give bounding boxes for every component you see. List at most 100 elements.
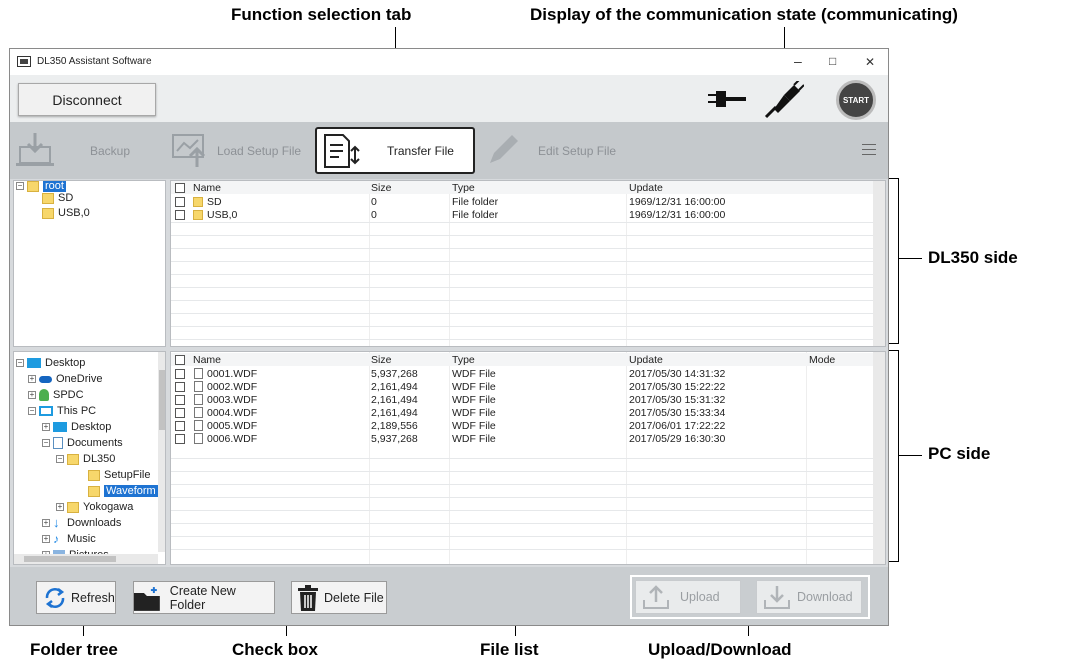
header-name[interactable]: Name <box>193 182 221 194</box>
cell-name: 0006.WDF <box>207 432 258 445</box>
tab-load-setup-file[interactable]: Load Setup File <box>165 127 310 174</box>
row-checkbox[interactable] <box>175 381 185 392</box>
cell-type: File folder <box>452 195 499 208</box>
select-all-checkbox[interactable] <box>175 354 185 365</box>
row-checkbox[interactable] <box>175 407 185 418</box>
header-type[interactable]: Type <box>452 354 475 366</box>
pc-file-list: Name Size Type Update Mode 0001.WDF 5,937… <box>170 351 886 565</box>
tree-node-dl350[interactable]: − DL350 <box>56 451 115 467</box>
collapse-icon[interactable]: − <box>42 439 50 447</box>
tree-node-this-pc[interactable]: − This PC <box>28 403 96 419</box>
dl350-list-scrollbar[interactable] <box>873 181 885 346</box>
expand-icon[interactable]: + <box>28 375 36 383</box>
header-update[interactable]: Update <box>629 182 663 194</box>
row-checkbox[interactable] <box>175 368 185 379</box>
desktop-icon <box>27 358 41 368</box>
minimize-button[interactable]: – <box>794 53 802 69</box>
pc-list-scrollbar[interactable] <box>873 352 885 564</box>
tree-node-onedrive[interactable]: + OneDrive <box>28 371 102 387</box>
leader-pc-bracket <box>898 350 899 562</box>
expand-icon[interactable]: + <box>28 391 36 399</box>
row-checkbox[interactable] <box>175 394 185 405</box>
refresh-button[interactable]: Refresh <box>36 581 116 614</box>
table-row[interactable]: SD 0 File folder 1969/12/31 16:00:00 <box>171 195 885 208</box>
expand-icon[interactable]: + <box>42 535 50 543</box>
collapse-icon[interactable]: − <box>16 359 24 367</box>
file-icon <box>194 433 203 444</box>
tree-vertical-scrollbar[interactable] <box>158 352 165 552</box>
load-setup-icon <box>172 134 206 167</box>
start-button[interactable]: START <box>836 80 876 120</box>
header-size[interactable]: Size <box>371 354 391 366</box>
expand-icon[interactable]: + <box>42 423 50 431</box>
header-name[interactable]: Name <box>193 354 221 366</box>
download-button[interactable]: Download <box>756 580 862 614</box>
row-checkbox[interactable] <box>175 209 185 220</box>
cell-size: 0 <box>371 195 377 208</box>
collapse-icon[interactable]: − <box>28 407 36 415</box>
refresh-icon <box>45 587 65 608</box>
upload-button[interactable]: Upload <box>635 580 741 614</box>
cell-update: 1969/12/31 16:00:00 <box>629 208 726 221</box>
tree-node-label: Waveform <box>104 485 158 497</box>
maximize-button[interactable]: □ <box>829 54 836 68</box>
table-row[interactable]: 0003.WDF 2,161,494 WDF File 2017/05/30 15:3… <box>171 393 885 406</box>
cell-size: 0 <box>371 208 377 221</box>
tab-transfer-file[interactable]: Transfer File <box>315 127 475 174</box>
file-icon <box>194 368 203 379</box>
delete-file-button[interactable]: Delete File <box>291 581 387 614</box>
tree-node-yokogawa[interactable]: + Yokogawa <box>56 499 133 515</box>
create-new-folder-button[interactable]: Create New Folder <box>133 581 275 614</box>
function-tab-bar: Backup Load Setup File Transfer File Edi… <box>10 122 888 179</box>
folder-icon <box>88 469 100 481</box>
list-header: Name Size Type Update <box>171 181 885 194</box>
header-size[interactable]: Size <box>371 182 391 194</box>
table-row[interactable]: 0005.WDF 2,189,556 WDF File 2017/06/01 17:2… <box>171 419 885 432</box>
row-checkbox[interactable] <box>175 433 185 444</box>
select-all-checkbox[interactable] <box>175 182 185 193</box>
hamburger-menu-icon[interactable] <box>862 144 876 156</box>
tree-node-waveform[interactable]: Waveform <box>88 483 158 499</box>
table-row[interactable]: USB,0 0 File folder 1969/12/31 16:00:00 <box>171 208 885 221</box>
pencil-icon <box>490 135 518 163</box>
header-mode[interactable]: Mode <box>809 354 835 366</box>
tree-node-label: DL350 <box>83 453 116 465</box>
tree-node-label: USB,0 <box>58 207 90 219</box>
plug-icon <box>708 91 746 107</box>
close-button[interactable]: ✕ <box>865 55 875 69</box>
tree-node-sd[interactable]: SD <box>42 190 73 206</box>
header-type[interactable]: Type <box>452 182 475 194</box>
tree-node-documents[interactable]: − Documents <box>42 435 123 451</box>
header-update[interactable]: Update <box>629 354 663 366</box>
disconnect-button[interactable]: Disconnect <box>18 83 156 116</box>
expand-icon[interactable]: + <box>56 503 64 511</box>
app-window: DL350 Assistant Software – □ ✕ Disconnec… <box>9 48 889 626</box>
table-row[interactable]: 0001.WDF 5,937,268 WDF File 2017/05/30 14:3… <box>171 367 885 380</box>
table-row[interactable]: 0006.WDF 5,937,268 WDF File 2017/05/29 16:3… <box>171 432 885 445</box>
list-header: Name Size Type Update Mode <box>171 353 885 366</box>
tree-node-music[interactable]: + ♪ Music <box>42 531 96 547</box>
download-label: Download <box>797 590 853 604</box>
tab-load-setup-label: Load Setup File <box>217 143 302 158</box>
row-checkbox[interactable] <box>175 196 185 207</box>
tree-node-label: SD <box>58 192 74 204</box>
trash-icon <box>298 584 318 611</box>
tree-node-downloads[interactable]: + ↓ Downloads <box>42 515 121 531</box>
table-row[interactable]: 0004.WDF 2,161,494 WDF File 2017/05/30 15:3… <box>171 406 885 419</box>
row-checkbox[interactable] <box>175 420 185 431</box>
computer-icon <box>39 406 53 416</box>
tab-edit-setup-file[interactable]: Edit Setup File <box>480 127 625 174</box>
expand-icon[interactable]: + <box>42 519 50 527</box>
tree-node-desktop-root[interactable]: − Desktop <box>16 355 85 371</box>
tree-node-desktop[interactable]: + Desktop <box>42 419 111 435</box>
tree-horizontal-scrollbar[interactable] <box>14 554 158 564</box>
collapse-icon[interactable]: − <box>16 182 24 190</box>
tree-node-label: Desktop <box>71 421 112 433</box>
collapse-icon[interactable]: − <box>56 455 64 463</box>
tree-node-spdc[interactable]: + SPDC <box>28 387 84 403</box>
music-icon: ♪ <box>53 532 59 546</box>
tree-node-usb[interactable]: USB,0 <box>42 205 90 221</box>
table-row[interactable]: 0002.WDF 2,161,494 WDF File 2017/05/30 15:2… <box>171 380 885 393</box>
tab-backup[interactable]: Backup <box>10 127 160 174</box>
tree-node-setupfile[interactable]: SetupFile <box>88 467 150 483</box>
